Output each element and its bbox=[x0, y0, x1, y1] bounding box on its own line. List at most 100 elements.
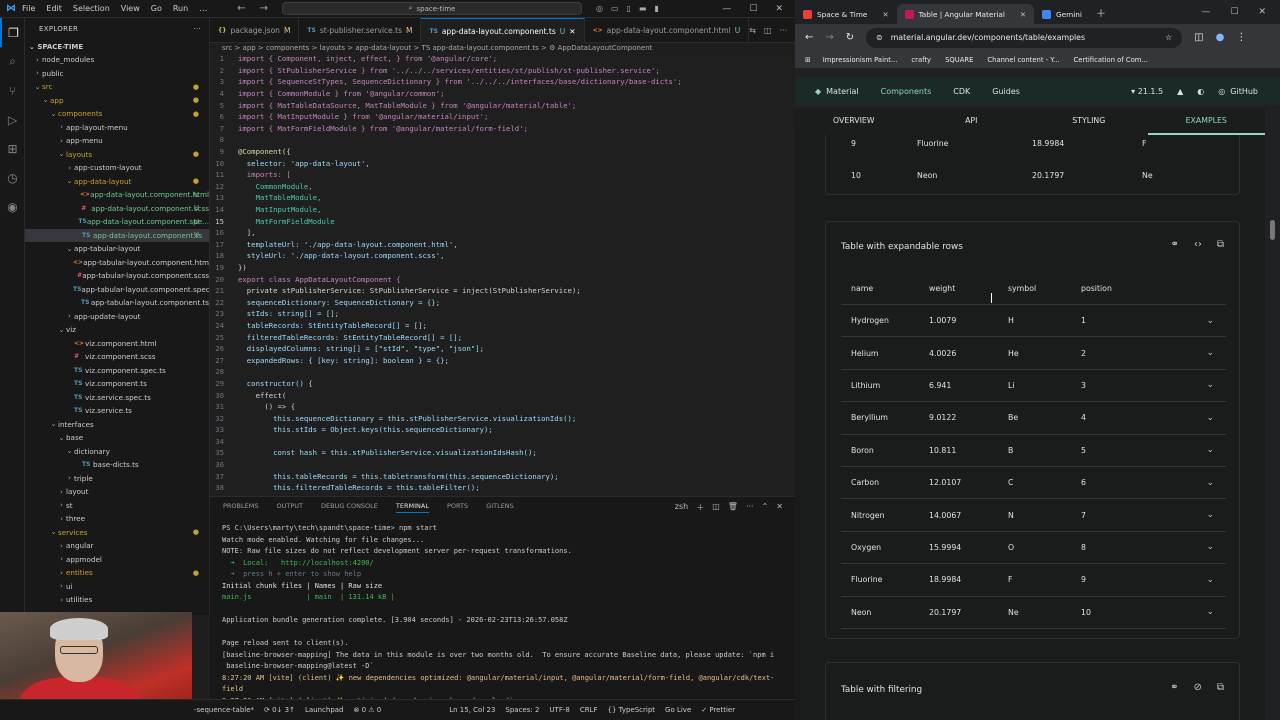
cursor-position[interactable]: Ln 15, Col 23 bbox=[449, 706, 495, 714]
table-row[interactable]: Hydrogen 1.0079 H 1 ⌄ bbox=[841, 305, 1226, 338]
project-root[interactable]: ⌄ SPACE-TIME bbox=[25, 40, 209, 53]
menu-item[interactable]: File bbox=[22, 4, 35, 13]
page-scrollbar[interactable] bbox=[1265, 105, 1280, 720]
menu-item[interactable]: Run bbox=[173, 4, 188, 13]
nav-components[interactable]: Components bbox=[881, 87, 932, 96]
extensions-icon[interactable]: ⊞ bbox=[0, 134, 25, 163]
tree-item[interactable]: › app-custom-layout bbox=[25, 161, 209, 175]
gitlens-icon[interactable]: ◉ bbox=[0, 192, 25, 221]
address-bar[interactable]: ⊜ material.angular.dev/components/table/… bbox=[866, 27, 1183, 48]
bookmark-star-icon[interactable]: ☆ bbox=[1165, 33, 1182, 42]
indentation-status[interactable]: Spaces: 2 bbox=[505, 706, 539, 714]
tree-item[interactable]: ⌄ services ● bbox=[25, 526, 209, 540]
close-icon[interactable]: ✕ bbox=[775, 4, 783, 14]
header-weight[interactable]: weight bbox=[929, 284, 1008, 293]
panel-tab-terminal[interactable]: TERMINAL bbox=[395, 502, 429, 513]
editor-tab[interactable]: TS st-publisher.service.ts M bbox=[299, 18, 422, 43]
header-name[interactable]: name bbox=[841, 284, 929, 293]
tree-item[interactable]: # app-tabular-layout.component.scss bbox=[25, 269, 209, 283]
terminal-shell-label[interactable]: zsh bbox=[675, 502, 688, 513]
tree-item[interactable]: › ui bbox=[25, 580, 209, 594]
more-icon[interactable]: ··· bbox=[780, 26, 788, 35]
bookmark-item[interactable]: Certification of Com... bbox=[1074, 56, 1148, 64]
close-tab-icon[interactable]: ✕ bbox=[569, 27, 575, 36]
editor-tab[interactable]: <> app-data-layout.component.html U bbox=[585, 18, 750, 43]
panel-tab-debug-console[interactable]: DEBUG CONSOLE bbox=[321, 502, 378, 513]
menu-item[interactable]: Selection bbox=[73, 4, 110, 13]
tree-item[interactable]: › public bbox=[25, 67, 209, 81]
tree-item[interactable]: ⌄ app-data-layout ● bbox=[25, 175, 209, 189]
split-terminal-icon[interactable]: ◫ bbox=[712, 502, 720, 513]
sidepanel-icon[interactable]: ◫ bbox=[1194, 32, 1203, 43]
search-activity-icon[interactable]: ⌕ bbox=[0, 47, 25, 76]
close-icon[interactable]: ✕ bbox=[1258, 7, 1266, 17]
code-editor[interactable]: 1 import { Component, inject, effect, } f… bbox=[210, 53, 795, 496]
editor-tab[interactable]: TS app-data-layout.component.ts U ✕ bbox=[421, 18, 585, 43]
forward-icon[interactable]: → bbox=[825, 32, 833, 43]
menu-item[interactable]: Go bbox=[151, 4, 162, 13]
tree-item[interactable]: ⌄ base bbox=[25, 431, 209, 445]
tree-item[interactable]: TS app-data-layout.component.spe... U bbox=[25, 215, 209, 229]
bookmark-item[interactable]: Channel content - Y... bbox=[987, 56, 1059, 64]
tree-item[interactable]: TS base-dicts.ts bbox=[25, 458, 209, 472]
minimize-icon[interactable]: — bbox=[1201, 7, 1210, 17]
maximize-icon[interactable]: ☐ bbox=[749, 4, 757, 14]
expand-chevron-icon[interactable]: ⌄ bbox=[1171, 348, 1226, 358]
tree-item[interactable]: TS viz.service.ts bbox=[25, 404, 209, 418]
expand-chevron-icon[interactable]: ⌄ bbox=[1171, 380, 1226, 390]
tab-overview[interactable]: OVERVIEW bbox=[795, 108, 913, 135]
reload-icon[interactable]: ↻ bbox=[846, 32, 854, 43]
nav-cdk[interactable]: CDK bbox=[953, 87, 970, 96]
header-position[interactable]: position bbox=[1081, 284, 1171, 293]
tree-item[interactable]: # viz.component.scss bbox=[25, 350, 209, 364]
expand-chevron-icon[interactable]: ⌄ bbox=[1171, 445, 1226, 455]
tree-item[interactable]: TS app-data-layout.component.ts U bbox=[25, 228, 209, 242]
minimize-icon[interactable]: — bbox=[722, 4, 731, 14]
tree-item[interactable]: › node_modules bbox=[25, 53, 209, 67]
tree-item[interactable]: ⌄ components ● bbox=[25, 107, 209, 121]
panel-tab-problems[interactable]: PROBLEMS bbox=[223, 502, 258, 513]
browser-tab[interactable]: Space & Time ✕ bbox=[795, 4, 897, 24]
compare-icon[interactable]: ⇆ bbox=[749, 26, 756, 35]
layout-toggle-icon[interactable]: ▭ bbox=[611, 4, 619, 13]
bookmark-item[interactable]: Impressionism Paint... bbox=[823, 56, 898, 64]
tab-examples[interactable]: EXAMPLES bbox=[1147, 108, 1265, 135]
tree-item[interactable]: › app-layout-menu bbox=[25, 121, 209, 135]
table-row[interactable]: Neon 20.1797 Ne 10 ⌄ bbox=[841, 597, 1226, 629]
header-symbol[interactable]: symbol bbox=[1008, 284, 1081, 293]
profile-icon[interactable]: ● bbox=[1216, 32, 1225, 43]
code-off-icon[interactable]: ⊘ bbox=[1193, 682, 1201, 693]
link-icon[interactable]: ⚭ bbox=[1170, 239, 1178, 250]
tree-item[interactable]: TS viz.component.ts bbox=[25, 377, 209, 391]
expand-chevron-icon[interactable]: ⌄ bbox=[1171, 316, 1226, 326]
tree-item[interactable]: <> app-data-layout.component.html U bbox=[25, 188, 209, 202]
editor-tab[interactable]: {} package.json M bbox=[210, 18, 300, 43]
tree-item[interactable]: ⌄ app-tabular-layout bbox=[25, 242, 209, 256]
code-icon[interactable]: ‹› bbox=[1194, 239, 1202, 250]
tree-item[interactable]: # app-data-layout.component.scss U bbox=[25, 202, 209, 216]
tree-item[interactable]: TS viz.component.spec.ts bbox=[25, 364, 209, 378]
prettier-status[interactable]: ✓ Prettier bbox=[701, 706, 735, 714]
tree-item[interactable]: <> app-tabular-layout.component.html bbox=[25, 256, 209, 270]
tab-api[interactable]: API bbox=[913, 108, 1031, 135]
tree-item[interactable]: TS viz.service.spec.ts bbox=[25, 391, 209, 405]
menu-item[interactable]: … bbox=[199, 4, 207, 13]
split-editor-icon[interactable]: ◫ bbox=[764, 26, 772, 35]
tab-styling[interactable]: STYLING bbox=[1030, 108, 1148, 135]
expand-chevron-icon[interactable]: ⌄ bbox=[1171, 510, 1226, 520]
tree-item[interactable]: › triple bbox=[25, 472, 209, 486]
tree-item[interactable]: › st bbox=[25, 499, 209, 513]
site-info-icon[interactable]: ⊜ bbox=[876, 33, 883, 42]
expand-chevron-icon[interactable]: ⌄ bbox=[1171, 542, 1226, 552]
forward-arrow-icon[interactable]: → bbox=[260, 3, 268, 14]
table-row[interactable]: Beryllium 9.0122 Be 4 ⌄ bbox=[841, 402, 1226, 435]
link-icon[interactable]: ⚭ bbox=[1170, 682, 1178, 693]
expand-chevron-icon[interactable]: ⌄ bbox=[1171, 607, 1226, 617]
back-arrow-icon[interactable]: ← bbox=[237, 3, 245, 14]
panel-tab-ports[interactable]: PORTS bbox=[447, 502, 468, 513]
tree-item[interactable]: › app-menu bbox=[25, 134, 209, 148]
table-row[interactable]: Carbon 12.0107 C 6 ⌄ bbox=[841, 467, 1226, 500]
table-row[interactable]: Boron 10.811 B 5 ⌄ bbox=[841, 435, 1226, 467]
remote-icon[interactable]: ◷ bbox=[0, 163, 25, 192]
table-row[interactable]: Oxygen 15.9994 O 8 ⌄ bbox=[841, 532, 1226, 565]
